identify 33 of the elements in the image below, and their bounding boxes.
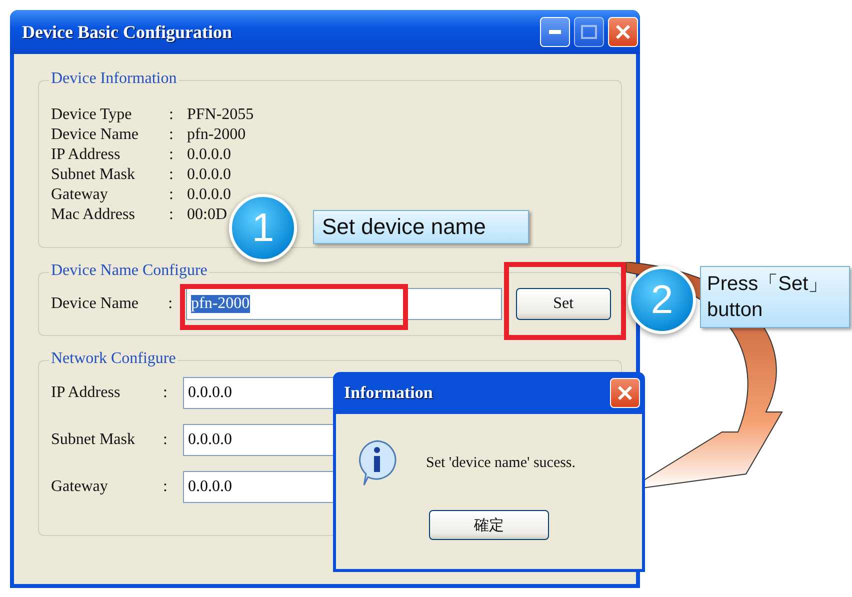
info-label: Mac Address <box>51 205 135 225</box>
info-value: pfn-2000 <box>187 125 246 145</box>
field-label: IP Address <box>51 384 122 402</box>
info-value: PFN-2055 <box>187 105 254 125</box>
info-value: 0.0.0.0 <box>187 145 231 165</box>
field-label: Gateway <box>51 478 109 496</box>
dialog-title: Information <box>344 383 434 403</box>
separator: : <box>168 295 174 313</box>
separator: : <box>169 125 174 145</box>
info-label: Device Name <box>51 125 139 145</box>
separator: : <box>163 430 168 448</box>
field-label: Subnet Mask <box>51 430 136 448</box>
separator: : <box>169 105 174 125</box>
dialog-message: Set 'device name' sucess. <box>426 454 576 472</box>
separator: : <box>169 165 174 185</box>
info-label: Device Type <box>51 105 132 125</box>
callout-label: Press「Set」button <box>700 266 850 328</box>
separator: : <box>163 478 168 496</box>
field-label: Device Name <box>51 295 140 313</box>
callout-label: Set device name <box>313 210 529 244</box>
group-title: Network Configure <box>49 350 178 368</box>
info-value: 0.0.0.0 <box>187 185 231 205</box>
info-value: 0.0.0.0 <box>187 165 231 185</box>
info-label: Gateway <box>51 185 108 205</box>
window-title: Device Basic Configuration <box>22 22 233 42</box>
separator: : <box>169 205 174 225</box>
group-title: Device Name Configure <box>49 262 210 280</box>
info-label: Subnet Mask <box>51 165 135 185</box>
separator: : <box>163 384 168 402</box>
separator: : <box>169 145 174 165</box>
separator: : <box>169 185 174 205</box>
info-value: 00:0D <box>187 205 227 225</box>
info-label: IP Address <box>51 145 120 165</box>
